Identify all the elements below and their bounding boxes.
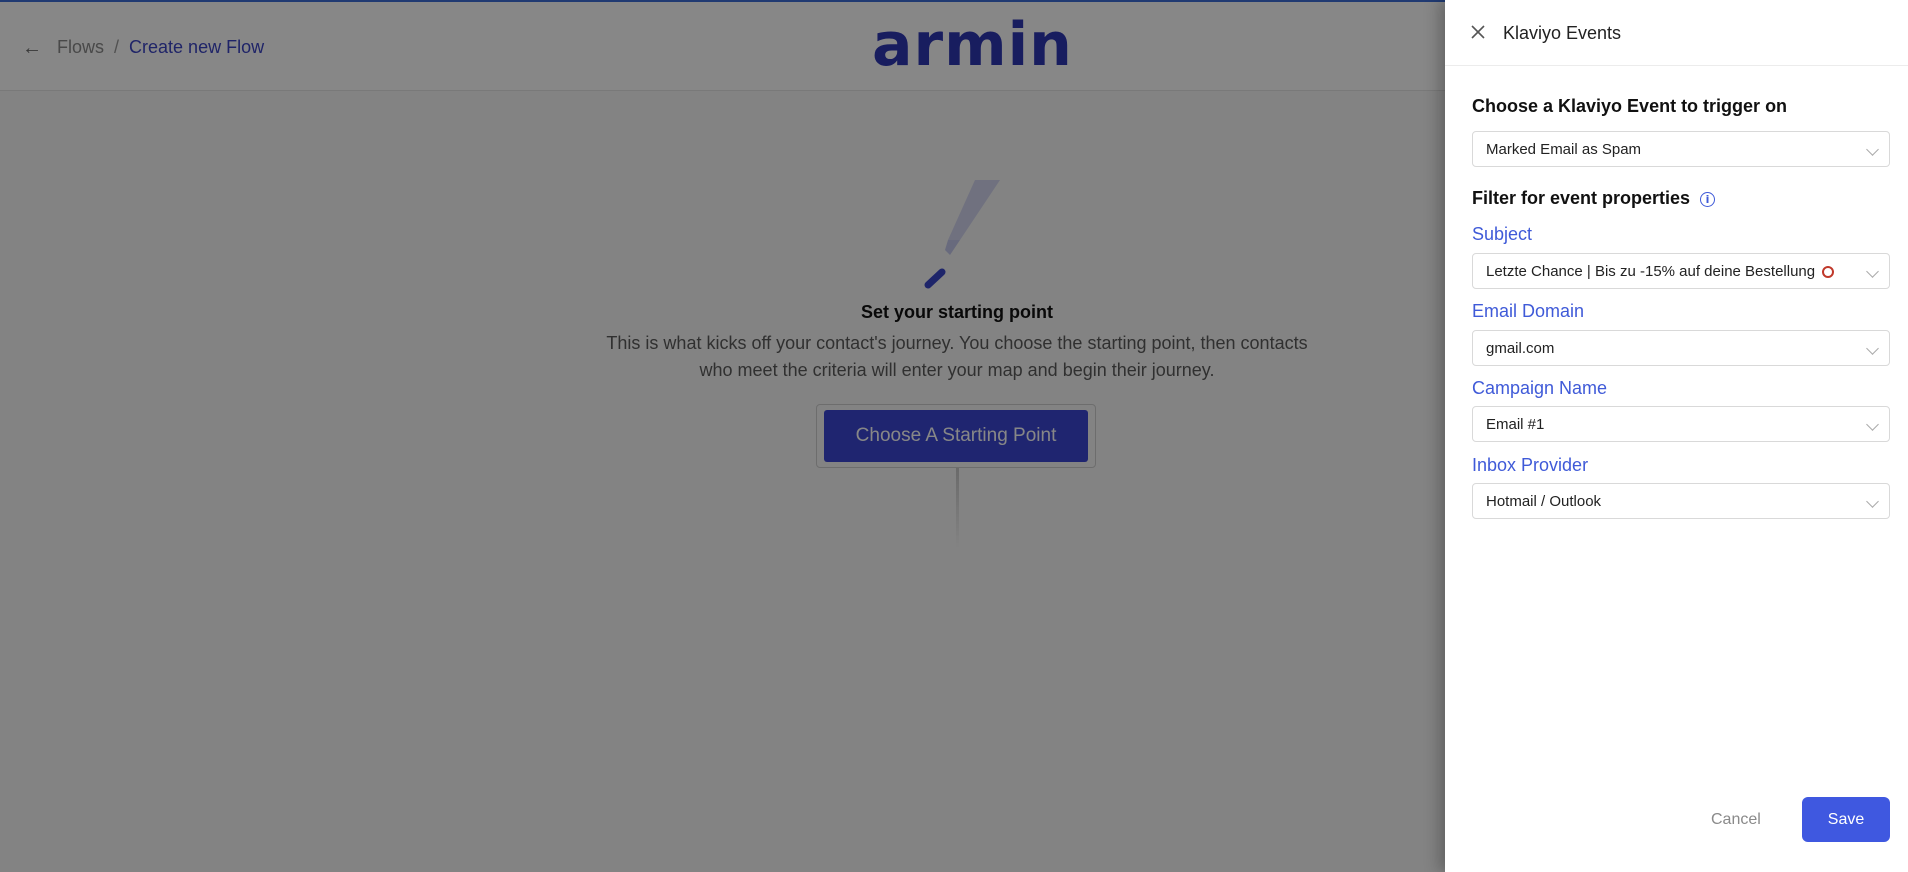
email-domain-label: Email Domain [1472,301,1585,321]
close-icon[interactable] [1469,23,1487,41]
chevron-down-icon [1866,143,1879,156]
filter-heading-text: Filter for event properties [1472,188,1691,208]
klaviyo-events-drawer: Klaviyo Events Choose a Klaviyo Event to… [1445,0,1908,872]
event-select-value: Marked Email as Spam [1486,141,1642,158]
email-domain-value: gmail.com [1486,340,1555,357]
subject-select-value: Letzte Chance | Bis zu -15% auf deine Be… [1486,263,1835,280]
chevron-down-icon [1866,495,1879,508]
save-button[interactable]: Save [1802,797,1890,842]
email-domain-select[interactable]: gmail.com [1472,330,1890,366]
chevron-down-icon [1866,418,1879,431]
app-root: ← Flows / Create new Flow armin Set your s… [0,0,1908,872]
subject-label: Subject [1472,224,1533,244]
cancel-button[interactable]: Cancel [1705,810,1767,830]
chevron-down-icon [1866,265,1879,278]
alarm-clock-emoji-icon [1822,266,1835,278]
event-select[interactable]: Marked Email as Spam [1472,131,1890,167]
filter-heading: Filter for event properties i [1472,188,1716,209]
subject-select[interactable]: Letzte Chance | Bis zu -15% auf deine Be… [1472,253,1890,289]
campaign-name-value: Email #1 [1486,416,1545,433]
campaign-name-label: Campaign Name [1472,378,1608,398]
inbox-provider-label: Inbox Provider [1472,455,1589,475]
event-heading: Choose a Klaviyo Event to trigger on [1472,96,1788,116]
subject-text: Letzte Chance | Bis zu -15% auf deine Be… [1486,263,1816,280]
campaign-name-select[interactable]: Email #1 [1472,406,1890,442]
info-icon[interactable]: i [1700,192,1716,207]
drawer-header: Klaviyo Events [1445,0,1908,66]
inbox-provider-value: Hotmail / Outlook [1486,493,1602,510]
modal-backdrop[interactable] [0,0,1445,872]
chevron-down-icon [1866,342,1879,355]
drawer-title: Klaviyo Events [1503,23,1622,43]
inbox-provider-select[interactable]: Hotmail / Outlook [1472,483,1890,519]
